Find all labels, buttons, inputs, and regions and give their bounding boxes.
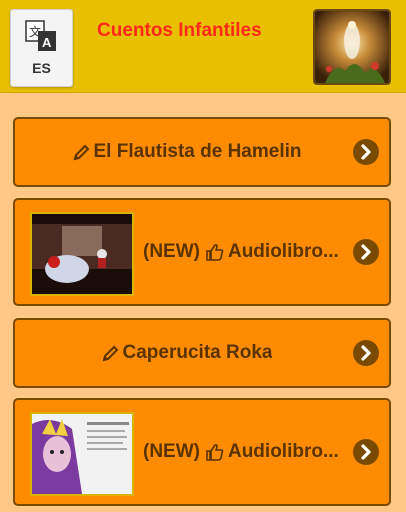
svg-text:A: A bbox=[42, 35, 52, 50]
pencil-icon bbox=[73, 144, 89, 160]
svg-text:文: 文 bbox=[29, 24, 41, 39]
chevron-right-circle-icon[interactable] bbox=[353, 439, 379, 465]
story-thumbnail bbox=[30, 212, 134, 296]
story-item[interactable]: El Flautista de Hamelin bbox=[13, 117, 391, 187]
header-fairy-image bbox=[313, 9, 391, 85]
story-title: (NEW) Audiolibro... bbox=[143, 241, 339, 262]
story-item[interactable]: (NEW) Audiolibro... bbox=[13, 398, 391, 506]
story-item[interactable]: Caperucita Roka bbox=[13, 318, 391, 388]
new-badge: (NEW) bbox=[143, 241, 200, 262]
story-title: (NEW) Audiolibro... bbox=[143, 441, 339, 462]
thumbs-up-icon bbox=[206, 443, 224, 461]
story-title: El Flautista de Hamelin bbox=[15, 119, 359, 185]
chevron-right-circle-icon[interactable] bbox=[353, 139, 379, 165]
app-title: Cuentos Infantiles bbox=[97, 20, 262, 41]
story-thumbnail bbox=[30, 412, 134, 496]
story-item[interactable]: (NEW) Audiolibro... bbox=[13, 198, 391, 306]
language-button[interactable]: 文 A ES bbox=[10, 9, 73, 87]
pencil-icon bbox=[102, 345, 118, 361]
story-title: Caperucita Roka bbox=[15, 320, 359, 386]
translate-icon: 文 A bbox=[25, 20, 56, 51]
chevron-right-circle-icon[interactable] bbox=[353, 340, 379, 366]
language-code: ES bbox=[32, 60, 51, 76]
app-header: 文 A ES Cuentos Infantiles bbox=[0, 0, 406, 93]
new-badge: (NEW) bbox=[143, 441, 200, 462]
thumbs-up-icon bbox=[206, 243, 224, 261]
chevron-right-circle-icon[interactable] bbox=[353, 239, 379, 265]
